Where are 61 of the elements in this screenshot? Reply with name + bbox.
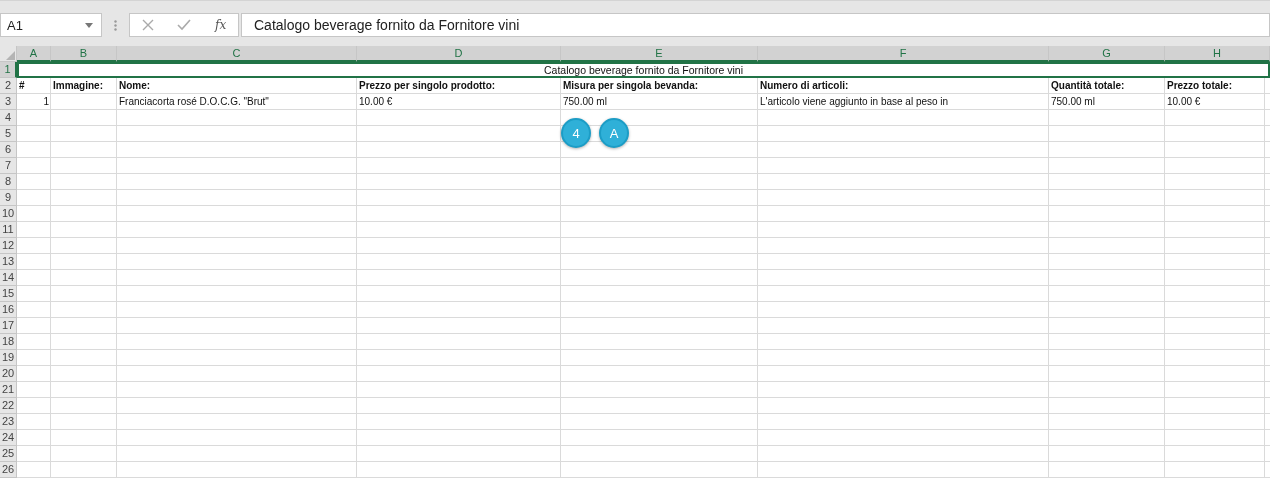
header-cell-text: Quantità totale: (1050, 79, 1126, 93)
select-all-icon[interactable] (6, 51, 15, 60)
column-header[interactable]: B (51, 46, 117, 62)
table-cell-text: 750.00 ml (1050, 95, 1096, 109)
column-header[interactable]: A (17, 46, 51, 62)
header-cell-text: Prezzo per singolo prodotto: (358, 79, 497, 93)
name-box[interactable]: A1 (0, 13, 102, 37)
check-icon[interactable] (177, 19, 192, 31)
table-cell-text: L'articolo viene aggiunto in base al peso in (759, 95, 950, 109)
row-header[interactable]: 19 (0, 350, 17, 366)
table-cell-text: 10.00 € (358, 95, 394, 109)
table-cell-text: 1 (42, 95, 50, 109)
row-header[interactable]: 25 (0, 446, 17, 462)
row-header[interactable]: 21 (0, 382, 17, 398)
row-header[interactable]: 10 (0, 206, 17, 222)
row-header[interactable]: 7 (0, 158, 17, 174)
row-header[interactable]: 23 (0, 414, 17, 430)
row-header[interactable]: 20 (0, 366, 17, 382)
caret-icon (85, 22, 93, 28)
row-header[interactable]: 4 (0, 110, 17, 126)
cancel-icon[interactable] (141, 19, 154, 31)
header-cell-text: Immagine: (52, 79, 104, 93)
header-cell-text: Prezzo totale: (1166, 79, 1233, 93)
select-all-button[interactable] (0, 46, 17, 62)
row-header[interactable]: 24 (0, 430, 17, 446)
header-cell-text: # (18, 79, 26, 93)
row-header[interactable]: 8 (0, 174, 17, 190)
column-header[interactable]: C (117, 46, 357, 62)
column-header[interactable]: G (1049, 46, 1165, 62)
column-header[interactable]: F (758, 46, 1049, 62)
row-header[interactable]: 26 (0, 462, 17, 478)
step-badge: 4 (561, 118, 591, 148)
header-cell-text: Numero di articoli: (759, 79, 850, 93)
table-cell-text: 10.00 € (1166, 95, 1202, 109)
row-header[interactable]: 9 (0, 190, 17, 206)
table-cell-text: Franciacorta rosé D.O.C.G. "Brut" (118, 95, 270, 109)
column-header[interactable]: H (1165, 46, 1270, 62)
table-cell-text: 750.00 ml (562, 95, 608, 109)
header-cell-text: Misura per singola bevanda: (562, 79, 700, 93)
row-header[interactable]: 14 (0, 270, 17, 286)
row-header[interactable]: 5 (0, 126, 17, 142)
row-header[interactable]: 1 (0, 62, 17, 78)
header-cell-text: Nome: (118, 79, 152, 93)
row-header[interactable]: 17 (0, 318, 17, 334)
row-header[interactable]: 22 (0, 398, 17, 414)
formula-field[interactable]: Catalogo beverage fornito da Fornitore vini (241, 13, 1270, 37)
step-badge: A (599, 118, 629, 148)
row-header[interactable]: 3 (0, 94, 17, 110)
row-header[interactable]: 18 (0, 334, 17, 350)
row-header[interactable]: 6 (0, 142, 17, 158)
row-header[interactable]: 2 (0, 78, 17, 94)
row-header[interactable]: 11 (0, 222, 17, 238)
row-header[interactable]: 16 (0, 302, 17, 318)
title-cell[interactable]: Catalogo beverage fornito da Fornitore vini (17, 62, 1270, 78)
dots-icon (114, 20, 117, 31)
function-button[interactable]: fx (215, 18, 227, 32)
column-header[interactable]: E (561, 46, 758, 62)
row-header[interactable]: 15 (0, 286, 17, 302)
column-header[interactable]: D (357, 46, 561, 62)
row-header[interactable]: 12 (0, 238, 17, 254)
row-header[interactable]: 13 (0, 254, 17, 270)
